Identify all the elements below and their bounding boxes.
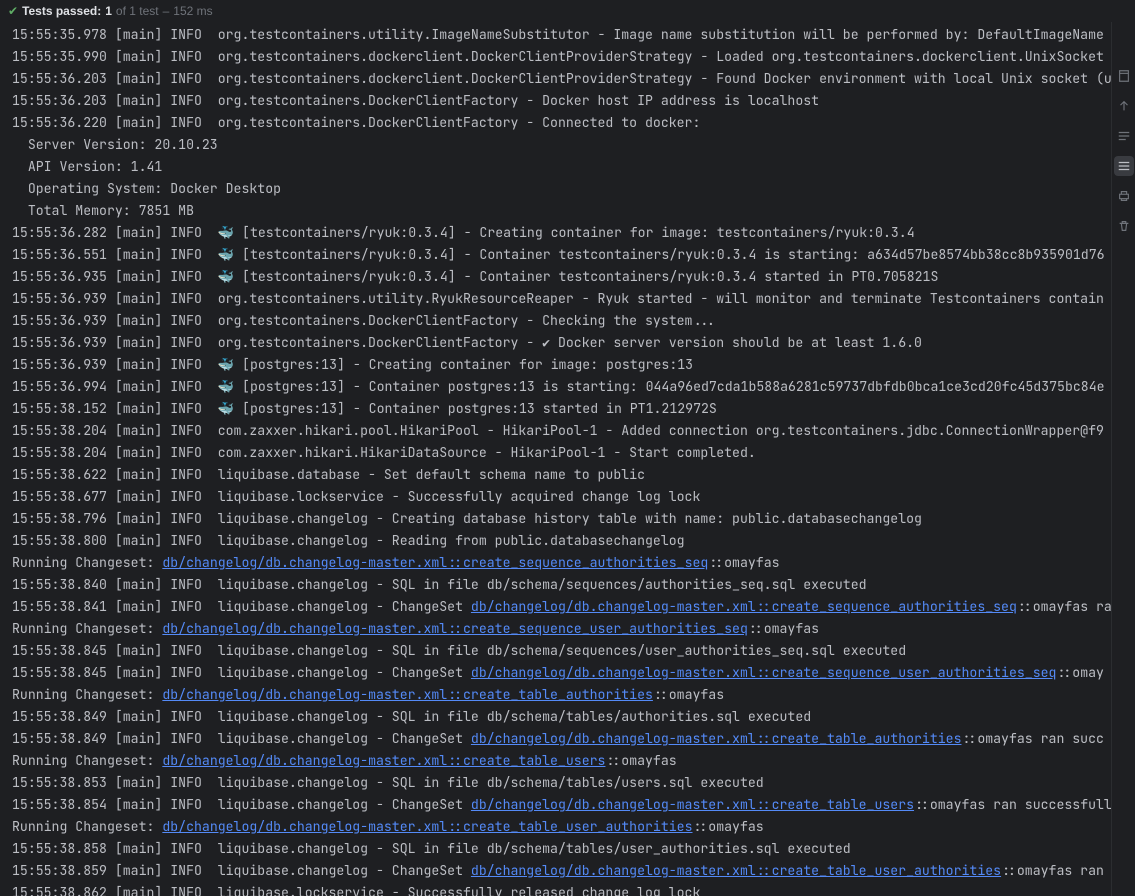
file-link[interactable]: db/changelog/db.changelog-master.xml::cr… [162,818,692,835]
log-line: Total Memory: 7851 MB [12,200,1111,222]
log-line: 15:55:38.840 [main] INFO liquibase.chang… [12,574,1111,596]
file-link[interactable]: db/changelog/db.changelog-master.xml::cr… [471,730,962,747]
clear-icon[interactable] [1114,216,1134,236]
file-link[interactable]: db/changelog/db.changelog-master.xml::cr… [471,664,1057,681]
expand-panel-icon[interactable] [1114,66,1134,86]
log-line: 15:55:38.845 [main] INFO liquibase.chang… [12,662,1111,684]
log-line: 15:55:36.203 [main] INFO org.testcontain… [12,68,1111,90]
log-line: 15:55:38.841 [main] INFO liquibase.chang… [12,596,1111,618]
log-line: 15:55:38.204 [main] INFO com.zaxxer.hika… [12,420,1111,442]
scroll-up-icon[interactable] [1114,96,1134,116]
file-link[interactable]: db/changelog/db.changelog-master.xml::cr… [162,686,653,703]
log-line: 15:55:38.677 [main] INFO liquibase.locks… [12,486,1111,508]
log-line: Running Changeset: db/changelog/db.chang… [12,750,1111,772]
log-line: 15:55:38.849 [main] INFO liquibase.chang… [12,728,1111,750]
log-line: 15:55:38.152 [main] INFO 🐳 [postgres:13]… [12,398,1111,420]
tests-dash: – [163,4,170,18]
log-line: 15:55:38.853 [main] INFO liquibase.chang… [12,772,1111,794]
log-line: 15:55:35.978 [main] INFO org.testcontain… [12,24,1111,46]
log-line: 15:55:36.282 [main] INFO 🐳 [testcontaine… [12,222,1111,244]
log-line: Server Version: 20.10.23 [12,134,1111,156]
tests-passed-label: Tests passed: [22,4,101,18]
file-link[interactable]: db/changelog/db.changelog-master.xml::cr… [162,554,708,571]
console-output[interactable]: 15:55:35.978 [main] INFO org.testcontain… [0,22,1111,896]
log-line: 15:55:38.622 [main] INFO liquibase.datab… [12,464,1111,486]
log-line: 15:55:36.203 [main] INFO org.testcontain… [12,90,1111,112]
log-line: 15:55:38.800 [main] INFO liquibase.chang… [12,530,1111,552]
log-line: 15:55:36.220 [main] INFO org.testcontain… [12,112,1111,134]
file-link[interactable]: db/changelog/db.changelog-master.xml::cr… [471,598,1017,615]
log-line: 15:55:36.994 [main] INFO 🐳 [postgres:13]… [12,376,1111,398]
log-line: API Version: 1.41 [12,156,1111,178]
tests-total: of 1 test [116,4,159,18]
log-line: 15:55:38.858 [main] INFO liquibase.chang… [12,838,1111,860]
log-line: 15:55:38.845 [main] INFO liquibase.chang… [12,640,1111,662]
log-line: 15:55:36.939 [main] INFO org.testcontain… [12,288,1111,310]
tests-time: 152 ms [173,4,212,18]
log-line: 15:55:38.862 [main] INFO liquibase.locks… [12,882,1111,896]
tests-passed-count: 1 [105,4,112,18]
log-line: Running Changeset: db/changelog/db.chang… [12,684,1111,706]
log-line: Running Changeset: db/changelog/db.chang… [12,816,1111,838]
scroll-to-end-icon[interactable] [1114,156,1134,176]
log-line: Operating System: Docker Desktop [12,178,1111,200]
file-link[interactable]: db/changelog/db.changelog-master.xml::cr… [471,796,914,813]
test-status-bar: ✔ Tests passed: 1 of 1 test – 152 ms [0,0,1135,22]
log-line: 15:55:38.204 [main] INFO com.zaxxer.hika… [12,442,1111,464]
log-line: Running Changeset: db/changelog/db.chang… [12,618,1111,640]
log-line: 15:55:36.939 [main] INFO org.testcontain… [12,332,1111,354]
log-line: 15:55:36.939 [main] INFO org.testcontain… [12,310,1111,332]
log-line: 15:55:36.935 [main] INFO 🐳 [testcontaine… [12,266,1111,288]
file-link[interactable]: db/changelog/db.changelog-master.xml::cr… [162,752,605,769]
file-link[interactable]: db/changelog/db.changelog-master.xml::cr… [471,862,1001,879]
log-line: 15:55:38.849 [main] INFO liquibase.chang… [12,706,1111,728]
log-line: 15:55:38.796 [main] INFO liquibase.chang… [12,508,1111,530]
log-line: 15:55:36.551 [main] INFO 🐳 [testcontaine… [12,244,1111,266]
check-icon: ✔ [8,4,18,18]
console-side-toolbar [1111,22,1135,896]
print-icon[interactable] [1114,186,1134,206]
log-line: 15:55:35.990 [main] INFO org.testcontain… [12,46,1111,68]
log-line: 15:55:36.939 [main] INFO 🐳 [postgres:13]… [12,354,1111,376]
log-line: 15:55:38.859 [main] INFO liquibase.chang… [12,860,1111,882]
wrap-lines-icon[interactable] [1114,126,1134,146]
file-link[interactable]: db/changelog/db.changelog-master.xml::cr… [162,620,748,637]
log-line: Running Changeset: db/changelog/db.chang… [12,552,1111,574]
log-line: 15:55:38.854 [main] INFO liquibase.chang… [12,794,1111,816]
